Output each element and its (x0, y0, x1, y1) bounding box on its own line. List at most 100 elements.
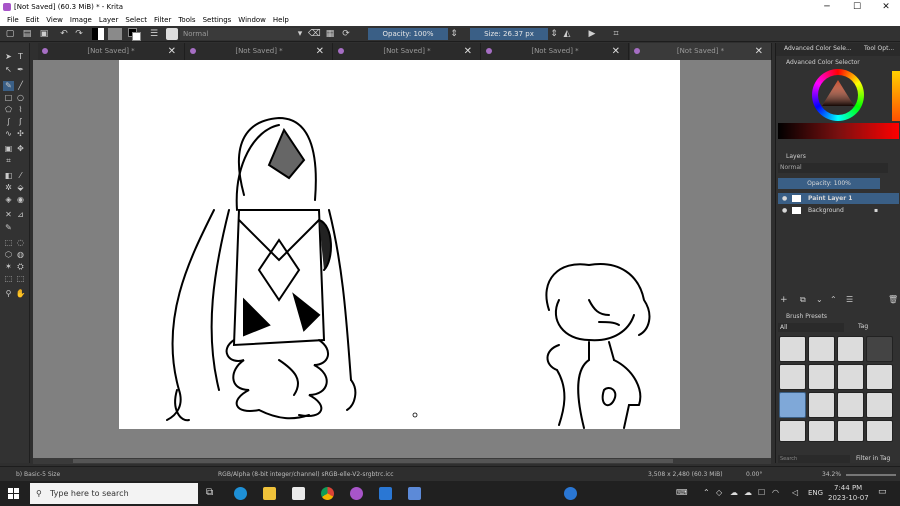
background-color-swatch[interactable] (132, 32, 141, 41)
lock-icon[interactable]: ▪ (874, 205, 878, 216)
help-app-icon[interactable] (564, 487, 577, 500)
add-layer-icon[interactable]: + (780, 295, 788, 305)
close-tab-icon[interactable]: ✕ (316, 43, 324, 60)
menu-file[interactable]: File (7, 16, 19, 24)
pan-tool-icon[interactable]: ✋ (15, 289, 26, 299)
dropbox-icon[interactable]: ◇ (716, 488, 722, 497)
brush-preset-pen-blue[interactable] (808, 336, 835, 362)
save-icon[interactable]: ▣ (38, 28, 50, 40)
opacity-slider[interactable]: Opacity: 100% (368, 28, 448, 40)
tab-advanced-color-selector[interactable]: Advanced Color Sele... (784, 45, 852, 52)
camera-app-icon[interactable] (408, 487, 421, 500)
hue-slider[interactable] (892, 71, 900, 121)
zoom-label[interactable]: 34.2% (822, 471, 841, 478)
tab-document-1[interactable]: [Not Saved] * ✕ (38, 43, 185, 60)
freehand-select-icon[interactable]: ◍ (15, 250, 26, 260)
brush-search-input[interactable]: Search (778, 455, 850, 463)
clock-date[interactable]: 2023-10-07 (828, 494, 869, 502)
menu-help[interactable]: Help (273, 16, 289, 24)
store-icon[interactable] (292, 487, 305, 500)
polygon-select-icon[interactable]: ⬡ (3, 250, 14, 260)
keyboard-icon[interactable]: ⌨ (676, 488, 688, 497)
brush-preset-marker-1[interactable] (779, 420, 806, 442)
language-indicator[interactable]: ENG (808, 489, 823, 497)
brush-preset-marker-3[interactable] (837, 420, 864, 442)
menu-settings[interactable]: Settings (203, 16, 232, 24)
delete-layer-icon[interactable]: 🗑 (888, 295, 898, 304)
zoom-slider[interactable] (846, 474, 896, 476)
file-explorer-icon[interactable] (263, 487, 276, 500)
blend-mode-select[interactable]: Normal (180, 28, 300, 40)
reference-tool-icon[interactable]: ✎ (3, 223, 14, 233)
chevron-up-icon[interactable]: ⌃ (703, 488, 710, 497)
menu-view[interactable]: View (46, 16, 63, 24)
eye-icon[interactable]: ● (782, 207, 787, 214)
edit-shapes-icon[interactable]: ↖ (3, 65, 14, 75)
taskbar-search-box[interactable]: ⚲ Type here to search (30, 483, 198, 504)
paint-app-icon[interactable] (379, 487, 392, 500)
polygon-tool-icon[interactable]: ⬠ (3, 105, 14, 115)
layer-properties-icon[interactable]: ☰ (846, 295, 853, 304)
menu-filter[interactable]: Filter (154, 16, 171, 24)
crop-tool-icon[interactable]: ⌗ (3, 156, 14, 166)
layer-row-background[interactable]: ● Background ▪ (778, 205, 899, 216)
brush-preset-basic-5-size[interactable] (779, 392, 806, 418)
rectangle-tool-icon[interactable]: □ (3, 93, 14, 103)
polyline-tool-icon[interactable]: ⌇ (15, 105, 26, 115)
horizontal-scrollbar[interactable] (33, 458, 771, 464)
size-stepper-icon[interactable]: ⇕ (548, 28, 560, 40)
rotation-label[interactable]: 0.00° (746, 471, 762, 478)
brush-tag-button[interactable]: Tag (858, 323, 868, 330)
open-document-icon[interactable]: ▤ (21, 28, 33, 40)
line-tool-icon[interactable]: ╱ (15, 81, 26, 91)
edge-icon[interactable] (234, 487, 247, 500)
tab-document-2[interactable]: [Not Saved] * ✕ (186, 43, 333, 60)
brush-preset-pencil-1[interactable] (808, 392, 835, 418)
wrap-around-icon[interactable]: ⌗ (610, 28, 622, 40)
close-tab-icon[interactable]: ✕ (168, 43, 176, 60)
layer-opacity-slider[interactable]: Opacity: 100% (778, 178, 880, 189)
tab-document-4[interactable]: [Not Saved] * ✕ (482, 43, 629, 60)
close-tab-icon[interactable]: ✕ (612, 43, 620, 60)
color-shade-strip[interactable] (778, 123, 899, 139)
brush-preset-blur[interactable] (866, 336, 893, 362)
gradient-tool-icon[interactable]: ◧ (3, 171, 14, 181)
minimize-button[interactable]: ─ (812, 0, 842, 14)
duplicate-layer-icon[interactable]: ⧉ (800, 295, 806, 305)
brush-preset-eraser[interactable] (779, 336, 806, 362)
menu-window[interactable]: Window (238, 16, 266, 24)
ellipse-tool-icon[interactable]: ○ (15, 93, 26, 103)
drawing-canvas[interactable] (119, 60, 680, 429)
scrollbar-thumb[interactable] (73, 459, 673, 463)
brush-settings-icon[interactable]: ☰ (148, 28, 160, 40)
magnetic-select-icon[interactable]: ⬚ (15, 274, 26, 284)
color-triangle[interactable] (820, 78, 856, 110)
brush-preset-ink-2[interactable] (808, 364, 835, 390)
onedrive-icon[interactable]: ☁ (744, 488, 752, 497)
menu-image[interactable]: Image (70, 16, 92, 24)
opacity-stepper-icon[interactable]: ⇕ (448, 28, 460, 40)
measure-tool-icon[interactable]: ⊿ (15, 210, 26, 220)
brush-preset-ink-1[interactable] (779, 364, 806, 390)
cloud-icon[interactable]: ☁ (730, 488, 738, 497)
similar-select-icon[interactable]: ⛭ (15, 262, 26, 272)
reload-preset-icon[interactable]: ⟳ (340, 28, 352, 40)
calligraphy-icon[interactable]: ✒ (15, 65, 26, 75)
chrome-icon[interactable] (321, 487, 334, 500)
color-picker-icon[interactable]: ⁄ (15, 171, 26, 181)
eye-icon[interactable]: ● (782, 195, 787, 202)
move-layer-down-icon[interactable]: ⌄ (816, 295, 823, 304)
transform-tool-icon[interactable]: ▣ (3, 144, 14, 154)
new-document-icon[interactable]: ▢ (4, 28, 16, 40)
filter-in-tag-checkbox[interactable]: Filter in Tag (856, 455, 890, 462)
move-layer-up-icon[interactable]: ⌃ (830, 295, 837, 304)
select-shapes-icon[interactable]: ➤ (3, 52, 14, 62)
bezier-select-icon[interactable]: ⬚ (3, 274, 14, 284)
windows-start-icon[interactable] (8, 488, 19, 499)
enclose-fill-icon[interactable]: ◈ (3, 195, 14, 205)
eraser-icon[interactable]: ⌫ (308, 28, 321, 40)
menu-select[interactable]: Select (125, 16, 147, 24)
text-tool-icon[interactable]: T (15, 52, 26, 62)
assistant-tool-icon[interactable]: ✕ (3, 210, 14, 220)
tab-document-5[interactable]: [Not Saved] * ✕ (630, 43, 772, 60)
